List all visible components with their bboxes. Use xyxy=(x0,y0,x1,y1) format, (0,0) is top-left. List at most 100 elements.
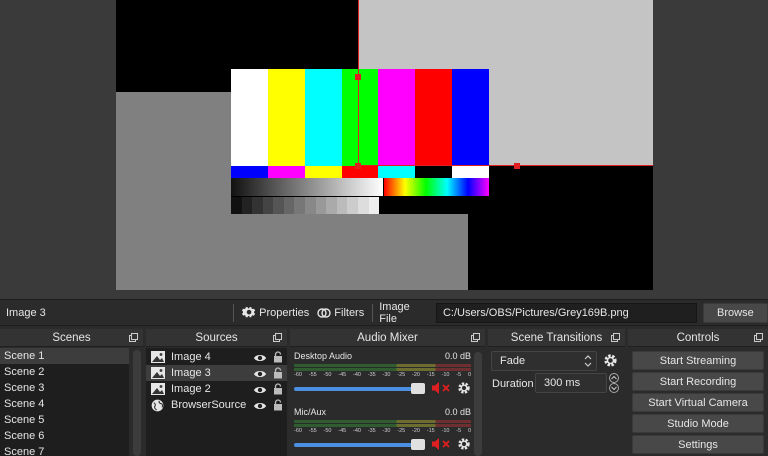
control-button-start-virtual-camera[interactable]: Start Virtual Camera xyxy=(632,393,764,412)
scenes-title: Scenes xyxy=(52,331,91,344)
source-name: BrowserSource xyxy=(171,399,247,411)
resize-handle[interactable] xyxy=(514,163,520,169)
eye-icon[interactable] xyxy=(253,368,267,378)
grey-step xyxy=(273,197,284,214)
float-icon[interactable] xyxy=(754,333,763,342)
source-item[interactable]: Image 4 xyxy=(146,349,287,365)
source-name: Image 3 xyxy=(171,367,211,379)
meter-tick-label: -25 xyxy=(397,428,406,434)
filters-button[interactable]: Filters xyxy=(313,306,368,320)
meter-tick-label: -45 xyxy=(338,428,347,434)
eye-icon[interactable] xyxy=(253,384,267,394)
lock-icon[interactable] xyxy=(273,367,283,379)
meter-tick-label: -60 xyxy=(294,428,302,434)
audio-mixer-dock-title: Audio Mixer xyxy=(290,329,485,347)
transition-select[interactable]: Fade xyxy=(491,351,597,371)
scene-item[interactable]: Scene 7 xyxy=(0,444,129,456)
color-bar xyxy=(304,69,342,166)
scenes-list[interactable]: Scene 1 Scene 2 Scene 3 Scene 4 Scene 5 Scene… xyxy=(0,348,129,456)
duration-stepper-icon[interactable] xyxy=(608,373,620,393)
browse-button[interactable]: Browse xyxy=(702,302,768,323)
sources-list[interactable]: Image 4 Image 3 Image 2 BrowserSource xyxy=(146,348,287,413)
selected-source-label: Image 3 xyxy=(6,306,46,319)
scene-item[interactable]: Scene 6 xyxy=(0,428,129,444)
float-icon[interactable] xyxy=(273,333,282,342)
volume-slider-handle[interactable] xyxy=(411,383,425,394)
eye-icon[interactable] xyxy=(253,352,267,362)
scene-transitions-title: Scene Transitions xyxy=(510,331,603,344)
sources-dock: Sources Image 4 Image 3 Image 2 BrowserSour… xyxy=(146,329,287,456)
preview-panel[interactable] xyxy=(0,0,768,299)
scene-item[interactable]: Scene 3 xyxy=(0,380,129,396)
audio-scrollbar[interactable] xyxy=(474,352,482,456)
control-button-start-streaming[interactable]: Start Streaming xyxy=(632,351,764,370)
speaker-muted-icon[interactable] xyxy=(431,437,453,454)
scene-item[interactable]: Scene 1 xyxy=(0,348,129,364)
grey-step xyxy=(336,197,348,214)
duration-value: 300 ms xyxy=(544,377,581,389)
source-name: Image 4 xyxy=(171,351,211,363)
controls-body: Start Streaming Start Recording Start Virt… xyxy=(628,348,768,456)
volume-meter xyxy=(294,420,471,423)
lock-icon[interactable] xyxy=(273,383,283,395)
meter-tick-label: -30 xyxy=(382,372,391,378)
source-item[interactable]: BrowserSource xyxy=(146,397,287,413)
scenes-body: Scene 1 Scene 2 Scene 3 Scene 4 Scene 5 Scene… xyxy=(0,348,143,456)
image-file-label: Image File xyxy=(379,300,410,325)
meter-tick-label: -5 xyxy=(456,372,462,378)
meter-tick-label: -10 xyxy=(441,372,450,378)
sources-body: Image 4 Image 3 Image 2 BrowserSource xyxy=(146,348,287,456)
eye-icon[interactable] xyxy=(253,400,267,410)
volume-slider-handle[interactable] xyxy=(411,439,425,450)
audio-channel-desktop: Desktop Audio 0.0 dB -60 -55 -50 -45 -40 -35 -30… xyxy=(294,351,471,397)
resize-handle[interactable] xyxy=(355,163,361,169)
control-button-studio-mode[interactable]: Studio Mode xyxy=(632,414,764,433)
gear-icon[interactable] xyxy=(457,437,471,454)
speaker-muted-icon[interactable] xyxy=(431,381,453,398)
properties-button[interactable]: Properties xyxy=(238,306,313,320)
lock-icon[interactable] xyxy=(273,399,283,411)
volume-meter xyxy=(294,368,471,371)
image-file-input[interactable] xyxy=(435,302,697,323)
meter-tick-label: -40 xyxy=(353,428,361,434)
gear-icon xyxy=(242,306,256,317)
audio-channel-mic: Mic/Aux 0.0 dB -60 -55 -50 -45 -40 -35 -30 -25 -20… xyxy=(294,407,471,453)
gear-icon[interactable] xyxy=(457,381,471,398)
meter-tick-label: -15 xyxy=(426,428,435,434)
float-icon[interactable] xyxy=(611,333,620,342)
scenes-scrollbar[interactable] xyxy=(133,350,141,456)
volume-meter xyxy=(294,364,471,367)
source-item[interactable]: Image 2 xyxy=(146,381,287,397)
float-icon[interactable] xyxy=(129,333,138,342)
source-item[interactable]: Image 3 xyxy=(146,365,287,381)
preview-canvas[interactable] xyxy=(116,0,653,290)
gear-icon[interactable] xyxy=(603,353,618,368)
color-bar xyxy=(231,69,268,166)
scene-item[interactable]: Scene 5 xyxy=(0,412,129,428)
duration-input[interactable]: 300 ms xyxy=(535,373,607,393)
audio-channel-name: Desktop Audio xyxy=(294,351,353,361)
control-button-start-recording[interactable]: Start Recording xyxy=(632,372,764,391)
grey-step xyxy=(368,197,380,214)
audio-channel-controls xyxy=(294,437,471,453)
lock-icon[interactable] xyxy=(273,351,283,363)
meter-tick-label: -40 xyxy=(353,372,361,378)
grey-steps xyxy=(231,197,380,214)
control-button-settings[interactable]: Settings xyxy=(632,435,764,454)
meter-tick-label: -35 xyxy=(367,428,376,434)
meter-tick-label: -25 xyxy=(397,372,406,378)
selection-box[interactable] xyxy=(358,0,653,166)
audio-channel-level: 0.0 dB xyxy=(444,351,471,361)
volume-slider[interactable] xyxy=(294,439,425,450)
grey-step xyxy=(326,197,337,214)
audio-mixer-body: Desktop Audio 0.0 dB -60 -55 -50 -45 -40 -35 -30… xyxy=(290,348,485,456)
duration-label: Duration xyxy=(492,378,534,390)
resize-handle[interactable] xyxy=(355,74,361,80)
controls-title: Controls xyxy=(676,331,720,344)
rainbow-ramp xyxy=(384,178,489,196)
volume-slider[interactable] xyxy=(294,383,425,394)
scene-item[interactable]: Scene 4 xyxy=(0,396,129,412)
grey-step xyxy=(241,197,253,214)
scene-item[interactable]: Scene 2 xyxy=(0,364,129,380)
float-icon[interactable] xyxy=(471,333,480,342)
